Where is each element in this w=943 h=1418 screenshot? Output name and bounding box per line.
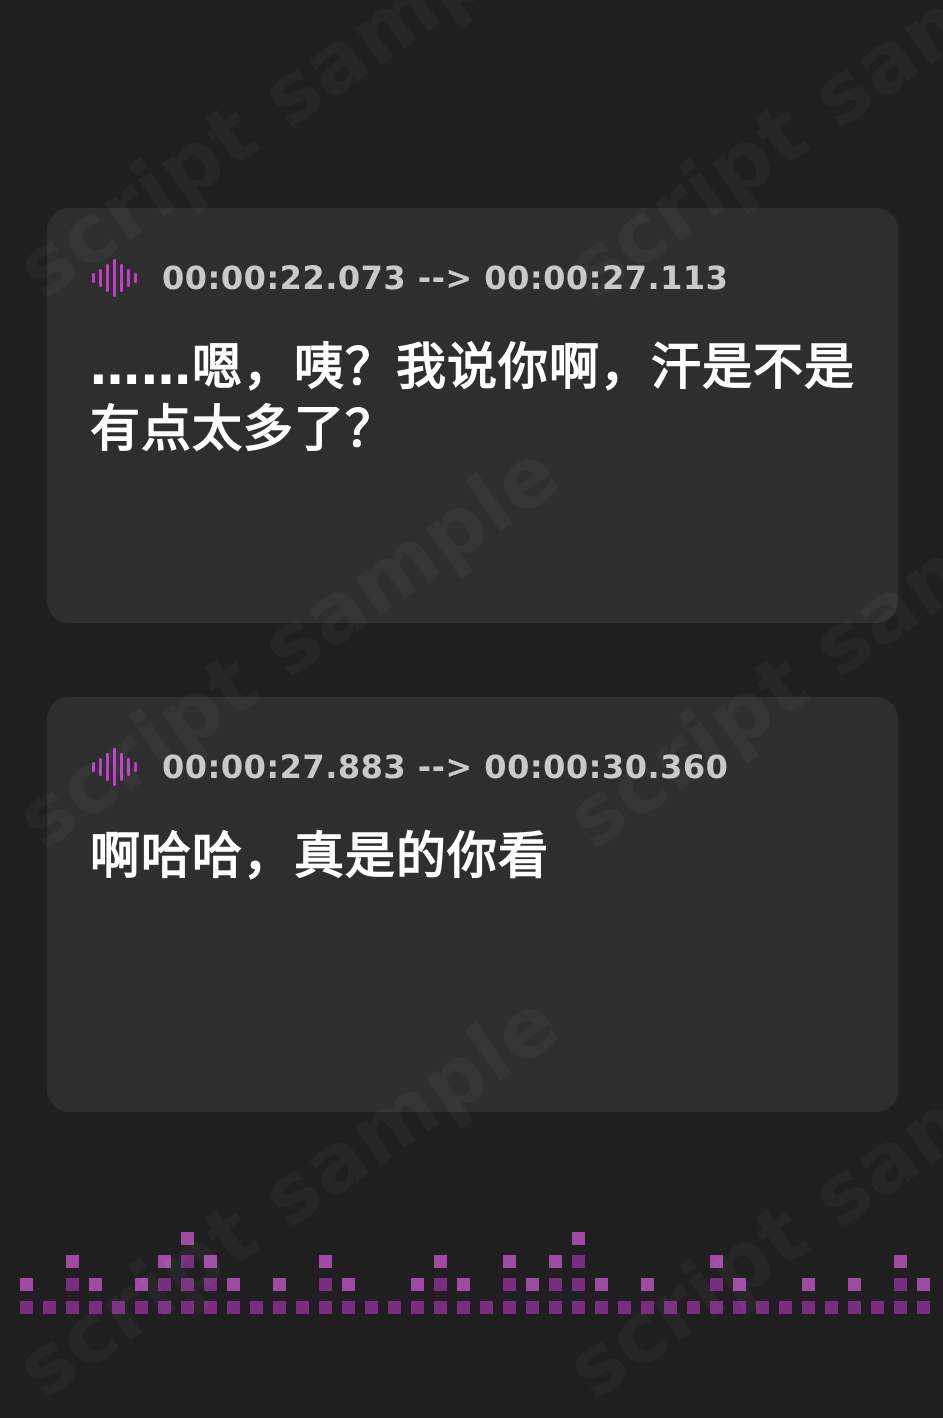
equalizer-square (756, 1301, 769, 1314)
waveform-icon (92, 748, 137, 786)
equalizer-square (89, 1278, 102, 1291)
equalizer-square (204, 1278, 217, 1291)
equalizer-square (89, 1301, 102, 1314)
equalizer-square (66, 1255, 79, 1268)
equalizer-square (135, 1278, 148, 1291)
equalizer-square (112, 1301, 125, 1314)
cue-subtitle-text: ……嗯，咦？我说你啊，汗是不是有点太多了？ (90, 338, 855, 458)
equalizer-square (158, 1255, 171, 1268)
equalizer-square (66, 1301, 79, 1314)
equalizer-square (710, 1301, 723, 1314)
cue-header: 00:00:22.073 --> 00:00:27.113 (90, 258, 728, 298)
equalizer-square (733, 1278, 746, 1291)
equalizer-square (526, 1278, 539, 1291)
equalizer-square (181, 1255, 194, 1268)
equalizer-square (549, 1278, 562, 1291)
equalizer-graphic (20, 1232, 930, 1314)
equalizer-square (227, 1278, 240, 1291)
equalizer-square (825, 1301, 838, 1314)
equalizer-square (204, 1301, 217, 1314)
equalizer-square (158, 1301, 171, 1314)
equalizer-square (664, 1301, 677, 1314)
equalizer-square (273, 1301, 286, 1314)
equalizer-square (848, 1301, 861, 1314)
equalizer-square (434, 1255, 447, 1268)
equalizer-square (802, 1301, 815, 1314)
equalizer-square (917, 1278, 930, 1291)
equalizer-square (342, 1278, 355, 1291)
equalizer-square (20, 1301, 33, 1314)
equalizer-square (434, 1301, 447, 1314)
equalizer-square (158, 1278, 171, 1291)
waveform-icon (92, 259, 137, 297)
equalizer-square (595, 1301, 608, 1314)
equalizer-square (181, 1301, 194, 1314)
equalizer-square (319, 1255, 332, 1268)
cue-subtitle-text: 啊哈哈，真是的你看 (90, 827, 549, 885)
equalizer-square (319, 1278, 332, 1291)
equalizer-square (503, 1278, 516, 1291)
equalizer-square (503, 1301, 516, 1314)
equalizer-square (319, 1301, 332, 1314)
equalizer-square (526, 1301, 539, 1314)
subtitle-cue-card: 00:00:22.073 --> 00:00:27.113 ……嗯，咦？我说你啊… (47, 208, 898, 623)
equalizer-square (710, 1255, 723, 1268)
equalizer-square (917, 1301, 930, 1314)
equalizer-square (227, 1301, 240, 1314)
equalizer-square (572, 1255, 585, 1268)
equalizer-square (181, 1278, 194, 1291)
equalizer-square (894, 1278, 907, 1291)
equalizer-square (710, 1278, 723, 1291)
equalizer-square (181, 1232, 194, 1245)
equalizer-square (733, 1301, 746, 1314)
equalizer-square (641, 1278, 654, 1291)
equalizer-square (687, 1301, 700, 1314)
equalizer-square (572, 1301, 585, 1314)
equalizer-square (20, 1278, 33, 1291)
equalizer-square (595, 1278, 608, 1291)
equalizer-square (641, 1301, 654, 1314)
cue-timestamp: 00:00:27.883 --> 00:00:30.360 (162, 748, 729, 786)
equalizer-square (549, 1301, 562, 1314)
equalizer-square (388, 1301, 401, 1314)
equalizer-square (434, 1278, 447, 1291)
cue-header: 00:00:27.883 --> 00:00:30.360 (90, 747, 728, 787)
equalizer-square (273, 1278, 286, 1291)
equalizer-square (411, 1301, 424, 1314)
equalizer-square (135, 1301, 148, 1314)
equalizer-square (894, 1255, 907, 1268)
equalizer-square (411, 1278, 424, 1291)
equalizer-square (802, 1278, 815, 1291)
cue-timestamp: 00:00:22.073 --> 00:00:27.113 (162, 259, 729, 297)
equalizer-square (503, 1255, 516, 1268)
equalizer-square (549, 1255, 562, 1268)
equalizer-square (43, 1301, 56, 1314)
equalizer-square (894, 1301, 907, 1314)
equalizer-square (342, 1301, 355, 1314)
equalizer-square (365, 1301, 378, 1314)
equalizer-square (848, 1278, 861, 1291)
equalizer-square (618, 1301, 631, 1314)
equalizer-square (871, 1301, 884, 1314)
equalizer-square (457, 1278, 470, 1291)
equalizer-square (296, 1301, 309, 1314)
subtitle-cue-card: 00:00:27.883 --> 00:00:30.360 啊哈哈，真是的你看 (47, 697, 898, 1112)
equalizer-square (250, 1301, 263, 1314)
equalizer-square (457, 1301, 470, 1314)
watermark-layer: script sample script sample script sampl… (0, 0, 943, 1320)
equalizer-square (572, 1278, 585, 1291)
equalizer-square (572, 1232, 585, 1245)
equalizer-square (779, 1301, 792, 1314)
equalizer-square (204, 1255, 217, 1268)
equalizer-square (66, 1278, 79, 1291)
equalizer-square (480, 1301, 493, 1314)
